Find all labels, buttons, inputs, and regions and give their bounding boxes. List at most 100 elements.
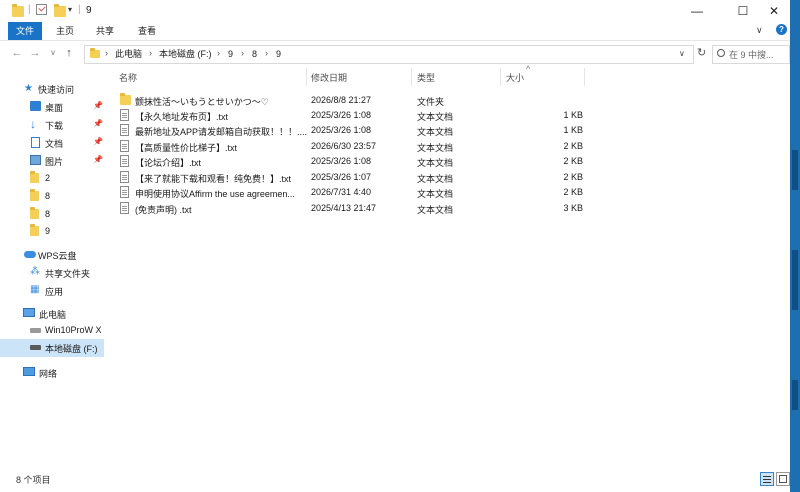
expand-ribbon-button[interactable]: ∨ <box>756 25 763 36</box>
breadcrumb-folder-9[interactable]: 9 <box>228 48 233 61</box>
breadcrumb-this-pc[interactable]: 此电脑 <box>115 48 142 61</box>
forward-button[interactable]: → <box>28 46 42 60</box>
file-row[interactable]: 最新地址及APP请发邮箱自动获取！！！.... 2025/3/26 1:08 文… <box>115 123 595 139</box>
large-icons-view-button[interactable] <box>776 472 790 486</box>
file-size: 1 KB <box>563 125 583 135</box>
file-type: 文本文档 <box>417 174 454 184</box>
sidebar-item-pictures[interactable]: 图片 📌 <box>0 152 108 170</box>
up-button[interactable]: ↑ <box>62 46 76 60</box>
refresh-button[interactable]: ↻ <box>697 46 706 59</box>
properties-icon[interactable] <box>36 4 47 15</box>
sidebar-wps-cloud[interactable]: WPS云盘 <box>0 246 108 264</box>
sidebar-item-folder-9[interactable]: 9 <box>0 223 108 241</box>
tab-view[interactable]: 查看 <box>130 22 164 40</box>
breadcrumb-folder-8[interactable]: 8 <box>252 48 257 61</box>
file-size: 2 KB <box>563 187 583 197</box>
sidebar-item-label: 桌面 <box>45 103 64 113</box>
file-type: 文本文档 <box>417 127 454 137</box>
column-divider[interactable] <box>306 68 307 86</box>
column-divider[interactable] <box>500 68 501 86</box>
sidebar-network[interactable]: 网络 <box>0 364 108 382</box>
file-row[interactable]: 【来了就能下载和观看！纯免费！】.txt 2025/3/26 1:07 文本文档… <box>115 170 595 186</box>
sidebar-item-shared-folder[interactable]: ⁂ 共享文件夹 <box>0 264 108 282</box>
file-date: 2026/7/31 4:40 <box>311 187 372 197</box>
sort-ascending-icon: ^ <box>526 64 531 74</box>
network-icon <box>23 367 35 376</box>
search-placeholder: 在 9 中搜... <box>729 50 774 60</box>
file-type: 文本文档 <box>417 143 454 153</box>
sidebar-network-label: 网络 <box>39 369 58 379</box>
file-row[interactable]: (免责声明) .txt 2025/4/13 21:47 文本文档 3 KB <box>115 201 595 217</box>
column-header-modified[interactable]: 修改日期 <box>311 70 347 86</box>
recent-locations-button[interactable]: ∨ <box>46 46 60 60</box>
sidebar-this-pc[interactable]: 此电脑 <box>0 305 108 323</box>
folder-icon <box>120 93 131 105</box>
help-button[interactable]: ? <box>776 24 787 35</box>
file-row[interactable]: 【永久地址发布页】.txt 2025/3/26 1:08 文本文档 1 KB <box>115 108 595 124</box>
sidebar-item-apps[interactable]: ▦ 应用 <box>0 282 108 300</box>
file-type: 文本文档 <box>417 112 454 122</box>
pin-icon[interactable]: 📌 <box>93 137 103 146</box>
details-view-button[interactable] <box>760 472 774 486</box>
file-row[interactable]: 颤抹性活～いもうとせいかつ～♡ 2026/8/8 21:27 文件夹 <box>115 93 595 109</box>
file-name: (免责声明) .txt <box>135 205 192 215</box>
sidebar-item-desktop[interactable]: 桌面 📌 <box>0 98 108 116</box>
star-icon: ★ <box>24 83 33 94</box>
sidebar-item-downloads[interactable]: ↓ 下载 📌 <box>0 116 108 134</box>
column-header-size[interactable]: 大小 <box>506 70 524 86</box>
breadcrumb-current-9[interactable]: 9 <box>276 48 281 61</box>
text-file-icon <box>120 186 129 198</box>
search-icon <box>717 49 725 57</box>
sidebar-item-label: 共享文件夹 <box>45 269 91 279</box>
drive-icon <box>30 328 41 333</box>
pin-icon[interactable]: 📌 <box>93 101 103 110</box>
breadcrumb-separator: › <box>265 48 268 58</box>
file-row[interactable]: 【高质量性价比梯子】.txt 2026/6/30 23:57 文本文档 2 KB <box>115 139 595 155</box>
close-button[interactable]: ✕ <box>757 0 791 22</box>
document-icon <box>31 137 40 148</box>
column-divider[interactable] <box>584 68 585 86</box>
title-separator: | <box>78 4 81 15</box>
folder-icon <box>30 207 39 219</box>
file-name: 【论坛介绍】.txt <box>135 158 202 168</box>
sidebar-item-folder-8-b[interactable]: 8 <box>0 206 108 224</box>
file-name: 【高质量性价比梯子】.txt <box>135 143 238 153</box>
maximize-button[interactable]: ☐ <box>726 0 760 22</box>
search-box[interactable]: 在 9 中搜... <box>712 45 790 64</box>
file-type: 文本文档 <box>417 205 454 215</box>
sidebar-item-label: 8 <box>45 209 51 219</box>
sidebar-quick-access[interactable]: ★ 快速访问 <box>0 80 108 98</box>
file-size: 2 KB <box>563 156 583 166</box>
pin-icon[interactable]: 📌 <box>93 155 103 164</box>
tab-home[interactable]: 主页 <box>48 22 82 40</box>
breadcrumb-drive-f[interactable]: 本地磁盘 (F:) <box>159 48 212 61</box>
column-header-name[interactable]: 名称 <box>119 70 137 86</box>
column-header-type[interactable]: 类型 <box>417 70 435 86</box>
quick-access-separator: | <box>28 4 31 15</box>
file-date: 2025/3/26 1:08 <box>311 125 372 135</box>
sidebar-item-documents[interactable]: 文档 📌 <box>0 134 108 152</box>
back-button[interactable]: ← <box>10 46 24 60</box>
sidebar-item-label: 应用 <box>45 287 64 297</box>
sidebar-item-folder-8[interactable]: 8 <box>0 188 108 206</box>
sidebar-this-pc-label: 此电脑 <box>39 310 67 320</box>
sidebar-drive-c[interactable]: Win10ProW X <box>0 322 108 340</box>
address-bar[interactable]: › 此电脑 › 本地磁盘 (F:) › 9 › 8 › 9 ∨ <box>84 45 694 64</box>
file-name: 申明使用协议Affirm the use agreemen... <box>135 189 295 199</box>
folder-icon <box>30 224 39 236</box>
file-row[interactable]: 【论坛介绍】.txt 2025/3/26 1:08 文本文档 2 KB <box>115 154 595 170</box>
sidebar-item-folder-2[interactable]: 2 <box>0 170 108 188</box>
file-date: 2026/6/30 23:57 <box>311 141 377 151</box>
new-folder-icon[interactable] <box>54 4 66 17</box>
tab-share[interactable]: 共享 <box>88 22 122 40</box>
sidebar-drive-f[interactable]: 本地磁盘 (F:) <box>0 339 104 357</box>
sidebar-item-label: 下载 <box>45 121 64 131</box>
file-type: 文本文档 <box>417 158 454 168</box>
pin-icon[interactable]: 📌 <box>93 119 103 128</box>
address-dropdown-button[interactable]: ∨ <box>679 49 685 58</box>
quick-access-dropdown[interactable]: ▾ <box>68 5 72 14</box>
file-row[interactable]: 申明使用协议Affirm the use agreemen... 2026/7/… <box>115 185 595 201</box>
column-divider[interactable] <box>411 68 412 86</box>
tab-file[interactable]: 文件 <box>8 22 42 40</box>
minimize-button[interactable]: — <box>680 0 714 22</box>
